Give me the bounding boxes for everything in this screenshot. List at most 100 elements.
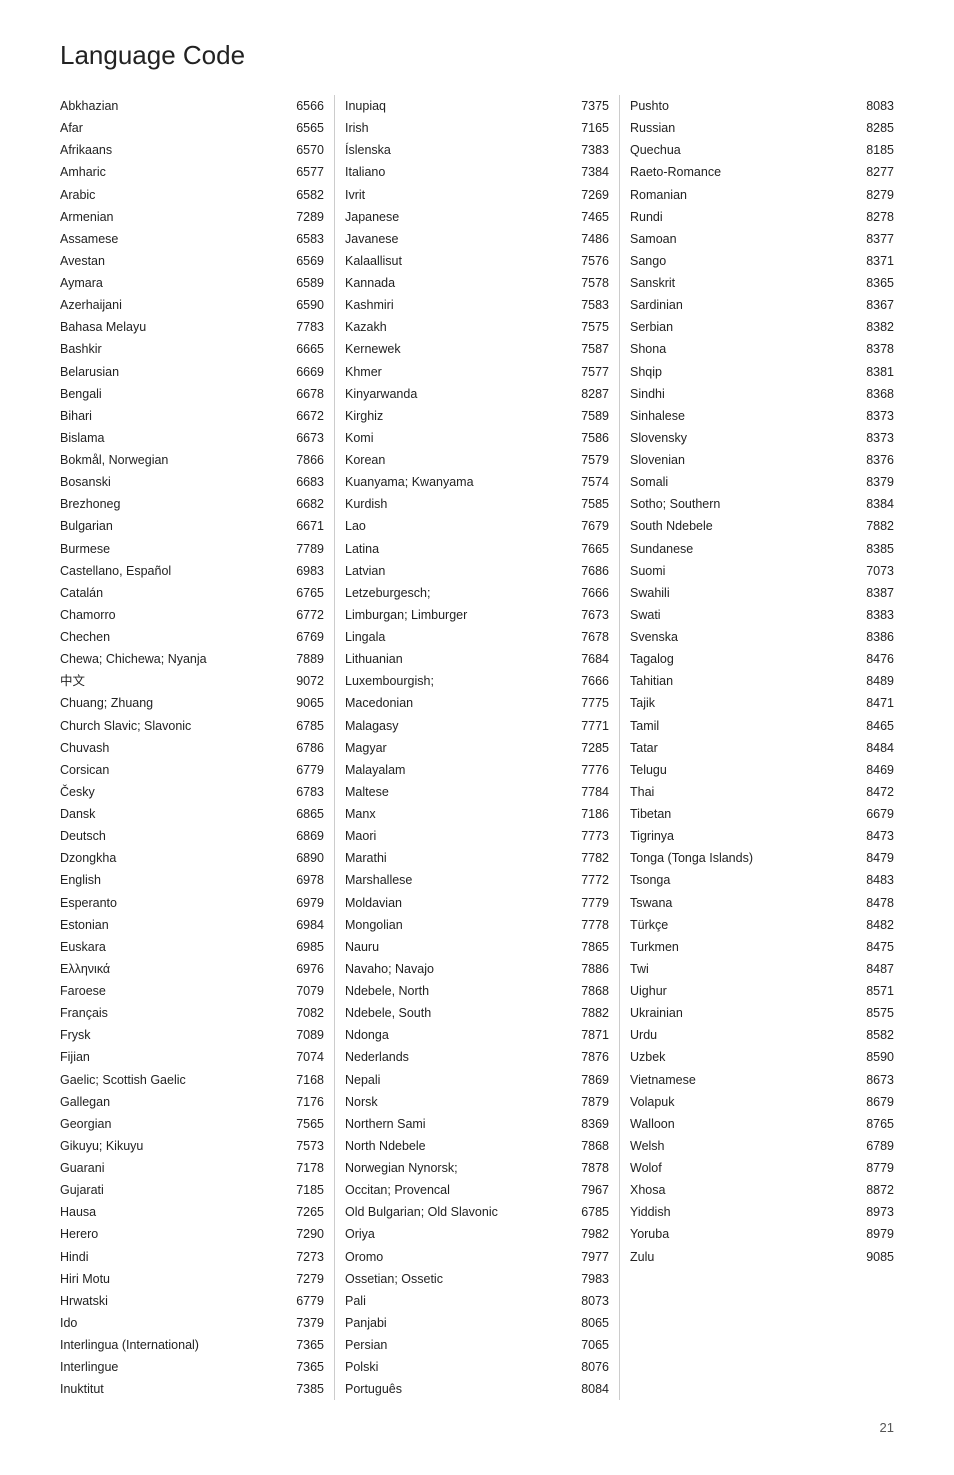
- lang-code: 8979: [856, 1225, 894, 1243]
- lang-code: 6582: [286, 186, 324, 204]
- lang-name: Komi: [345, 429, 571, 447]
- lang-row: Kinyarwanda8287: [345, 383, 609, 405]
- lang-name: Navaho; Navajo: [345, 960, 571, 978]
- lang-name: Lao: [345, 517, 571, 535]
- lang-code: 8382: [856, 318, 894, 336]
- lang-name: Afar: [60, 119, 286, 137]
- lang-code: 8278: [856, 208, 894, 226]
- lang-row: Oriya7982: [345, 1223, 609, 1245]
- lang-row: Xhosa8872: [630, 1179, 894, 1201]
- page-title: Language Code: [60, 40, 894, 71]
- lang-name: Ndebele, South: [345, 1004, 571, 1022]
- lang-row: Somali8379: [630, 471, 894, 493]
- lang-code: 8379: [856, 473, 894, 491]
- lang-name: Latvian: [345, 562, 571, 580]
- lang-code: 8973: [856, 1203, 894, 1221]
- lang-code: 6978: [286, 871, 324, 889]
- lang-row: Ndebele, North7868: [345, 980, 609, 1002]
- lang-name: Maltese: [345, 783, 571, 801]
- lang-name: North Ndebele: [345, 1137, 571, 1155]
- lang-code: 6683: [286, 473, 324, 491]
- lang-row: Raeto-Romance8277: [630, 161, 894, 183]
- lang-code: 8476: [856, 650, 894, 668]
- column-2: Inupiaq7375Irish7165Íslenska7383Italiano…: [335, 95, 620, 1400]
- lang-name: Abkhazian: [60, 97, 286, 115]
- lang-row: Sinhalese8373: [630, 405, 894, 427]
- lang-row: Hiri Motu7279: [60, 1268, 324, 1290]
- lang-name: Malagasy: [345, 717, 571, 735]
- lang-row: Welsh6789: [630, 1135, 894, 1157]
- lang-row: Chamorro6772: [60, 604, 324, 626]
- lang-row: Sango8371: [630, 250, 894, 272]
- lang-name: Turkmen: [630, 938, 856, 956]
- lang-name: Português: [345, 1380, 571, 1398]
- lang-name: Tahitian: [630, 672, 856, 690]
- lang-row: Magyar7285: [345, 737, 609, 759]
- lang-row: Telugu8469: [630, 759, 894, 781]
- lang-row: Turkmen8475: [630, 936, 894, 958]
- lang-name: Telugu: [630, 761, 856, 779]
- lang-code: 7385: [286, 1380, 324, 1398]
- lang-code: 8673: [856, 1071, 894, 1089]
- lang-row: Japanese7465: [345, 206, 609, 228]
- lang-row: Bosanski6683: [60, 471, 324, 493]
- lang-code: 7583: [571, 296, 609, 314]
- lang-row: Walloon8765: [630, 1113, 894, 1135]
- lang-code: 8377: [856, 230, 894, 248]
- lang-row: Amharic6577: [60, 161, 324, 183]
- lang-code: 8369: [571, 1115, 609, 1133]
- lang-code: 6979: [286, 894, 324, 912]
- lang-row: Tahitian8489: [630, 670, 894, 692]
- lang-name: Ελληνικά: [60, 960, 286, 978]
- lang-code: 7578: [571, 274, 609, 292]
- lang-code: 7579: [571, 451, 609, 469]
- lang-name: Ukrainian: [630, 1004, 856, 1022]
- lang-code: 8384: [856, 495, 894, 513]
- lang-name: Shona: [630, 340, 856, 358]
- lang-row: Mongolian7778: [345, 914, 609, 936]
- lang-row: Nepali7869: [345, 1069, 609, 1091]
- lang-name: Armenian: [60, 208, 286, 226]
- lang-code: 7773: [571, 827, 609, 845]
- lang-row: Arabic6582: [60, 184, 324, 206]
- lang-code: 7779: [571, 894, 609, 912]
- lang-name: Gaelic; Scottish Gaelic: [60, 1071, 286, 1089]
- lang-code: 6679: [856, 805, 894, 823]
- lang-name: Interlingue: [60, 1358, 286, 1376]
- lang-row: Latina7665: [345, 538, 609, 560]
- lang-code: 7868: [571, 982, 609, 1000]
- lang-row: Maori7773: [345, 825, 609, 847]
- lang-name: Georgian: [60, 1115, 286, 1133]
- lang-code: 7665: [571, 540, 609, 558]
- lang-name: Nepali: [345, 1071, 571, 1089]
- lang-name: Mongolian: [345, 916, 571, 934]
- lang-name: Zulu: [630, 1248, 856, 1266]
- lang-code: 7186: [571, 805, 609, 823]
- lang-code: 7882: [856, 517, 894, 535]
- lang-row: Sindhi8368: [630, 383, 894, 405]
- lang-code: 7079: [286, 982, 324, 1000]
- lang-code: 7587: [571, 340, 609, 358]
- lang-code: 7789: [286, 540, 324, 558]
- lang-code: 8479: [856, 849, 894, 867]
- lang-row: Navaho; Navajo7886: [345, 958, 609, 980]
- lang-name: Japanese: [345, 208, 571, 226]
- lang-code: 8872: [856, 1181, 894, 1199]
- lang-row: Kuanyama; Kwanyama7574: [345, 471, 609, 493]
- lang-name: Nauru: [345, 938, 571, 956]
- lang-name: Gikuyu; Kikuyu: [60, 1137, 286, 1155]
- lang-row: Maltese7784: [345, 781, 609, 803]
- lang-row: Interlingue7365: [60, 1356, 324, 1378]
- lang-code: 6682: [286, 495, 324, 513]
- lang-code: 6984: [286, 916, 324, 934]
- lang-code: 7886: [571, 960, 609, 978]
- lang-row: Hausa7265: [60, 1201, 324, 1223]
- lang-code: 7577: [571, 363, 609, 381]
- lang-name: Deutsch: [60, 827, 286, 845]
- lang-row: Korean7579: [345, 449, 609, 471]
- lang-code: 7575: [571, 318, 609, 336]
- lang-code: 7783: [286, 318, 324, 336]
- lang-code: 8582: [856, 1026, 894, 1044]
- lang-name: Volapuk: [630, 1093, 856, 1111]
- lang-row: Tamil8465: [630, 715, 894, 737]
